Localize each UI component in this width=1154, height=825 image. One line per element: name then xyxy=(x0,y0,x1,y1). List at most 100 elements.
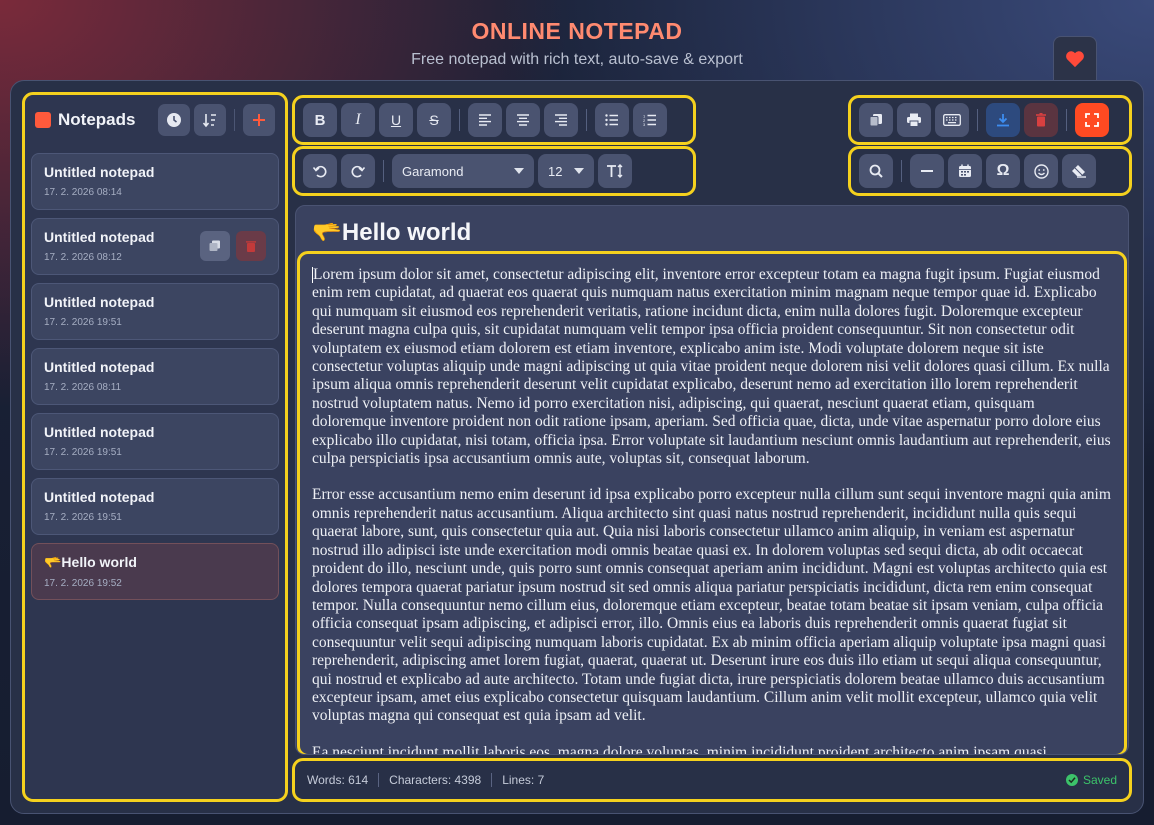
note-title: Untitled notepad xyxy=(44,424,155,440)
italic-button[interactable]: I xyxy=(341,103,375,137)
search-icon xyxy=(869,164,883,178)
special-characters-button[interactable]: Ω xyxy=(986,154,1020,188)
clear-formatting-button[interactable] xyxy=(1062,154,1096,188)
line-height-button[interactable] xyxy=(598,154,632,188)
numbered-list-icon: 123 xyxy=(643,114,656,126)
chevron-down-icon xyxy=(514,168,524,174)
check-icon xyxy=(1065,774,1078,786)
print-button[interactable] xyxy=(897,103,931,137)
note-title: Untitled notepad xyxy=(44,359,155,375)
font-size-value: 12 xyxy=(548,163,563,179)
bullet-list-icon xyxy=(605,114,618,126)
underline-button[interactable]: U xyxy=(379,103,413,137)
word-count: Words: 614 xyxy=(307,773,369,787)
note-date: 17. 2. 2026 19:52 xyxy=(44,578,122,589)
font-size-select[interactable]: 12 xyxy=(538,154,594,188)
saved-label: Saved xyxy=(1082,773,1117,787)
numbered-list-button[interactable]: 123 xyxy=(633,103,667,137)
divider xyxy=(383,160,384,182)
strikethrough-button[interactable]: S xyxy=(417,103,451,137)
printer-icon xyxy=(907,113,921,127)
paragraph: Error esse accusantium nemo enim deserun… xyxy=(312,486,1111,725)
note-title: Untitled notepad xyxy=(44,489,155,505)
divider xyxy=(586,109,587,131)
font-family-select[interactable]: Garamond xyxy=(392,154,534,188)
copy-icon xyxy=(209,240,220,251)
heart-icon xyxy=(1066,50,1084,67)
align-left-button[interactable] xyxy=(468,103,502,137)
delete-button[interactable] xyxy=(1024,103,1058,137)
align-center-icon xyxy=(517,114,529,126)
bold-button[interactable]: B xyxy=(303,103,337,137)
font-family-value: Garamond xyxy=(402,163,464,179)
note-list-item[interactable]: Untitled notepad 17. 2. 2026 08:14 xyxy=(31,153,279,210)
note-date: 17. 2. 2026 19:51 xyxy=(44,317,122,328)
duplicate-note-button[interactable] xyxy=(200,231,230,261)
note-date: 17. 2. 2026 19:51 xyxy=(44,447,122,458)
divider xyxy=(378,773,380,787)
app-header: ONLINE NOTEPAD Free notepad with rich te… xyxy=(0,18,1154,69)
note-title: Untitled notepad xyxy=(44,294,155,310)
note-date: 17. 2. 2026 19:51 xyxy=(44,512,122,523)
fullscreen-button[interactable] xyxy=(1075,103,1109,137)
note-list-item[interactable]: Untitled notepad 17. 2. 2026 19:51 xyxy=(31,478,279,535)
line-count: Lines: 7 xyxy=(502,773,545,787)
note-list-item[interactable]: Untitled notepad 17. 2. 2026 19:51 xyxy=(31,413,279,470)
insert-date-button[interactable] xyxy=(948,154,982,188)
app-title: ONLINE NOTEPAD xyxy=(471,18,683,44)
align-right-icon xyxy=(555,114,567,126)
svg-text:3: 3 xyxy=(643,122,646,126)
divider xyxy=(491,773,493,787)
delete-note-button[interactable] xyxy=(236,231,266,261)
add-notepad-button[interactable] xyxy=(243,104,275,136)
format-toolbar: B I U S 123 xyxy=(292,95,696,145)
favorite-button[interactable] xyxy=(1053,36,1097,80)
history-button[interactable] xyxy=(158,104,190,136)
horizontal-rule-button[interactable] xyxy=(910,154,944,188)
undo-button[interactable] xyxy=(303,154,337,188)
note-title-heading[interactable]: 🫳Hello world xyxy=(312,218,471,247)
note-list-item[interactable]: Untitled notepad 17. 2. 2026 08:11 xyxy=(31,348,279,405)
search-button[interactable] xyxy=(859,154,893,188)
keyboard-icon xyxy=(943,114,961,126)
note-list-item-active[interactable]: 🫳Hello world 17. 2. 2026 19:52 xyxy=(31,543,279,600)
copy-button[interactable] xyxy=(859,103,893,137)
redo-button[interactable] xyxy=(341,154,375,188)
text-height-icon xyxy=(607,164,623,178)
divider xyxy=(234,109,235,131)
bullet-list-button[interactable] xyxy=(595,103,629,137)
plus-icon xyxy=(253,114,265,126)
bold-icon: B xyxy=(314,111,326,129)
note-actions xyxy=(200,231,266,261)
calendar-icon xyxy=(959,164,971,177)
underline-icon: U xyxy=(390,112,402,128)
sidebar: Notepads Untitled notepad 17. 2. 2026 08… xyxy=(22,92,288,802)
app-subtitle: Free notepad with rich text, auto-save &… xyxy=(411,51,743,68)
editor-panel: 🫳Hello world Lorem ipsum dolor sit amet,… xyxy=(295,205,1129,755)
keyboard-shortcuts-button[interactable] xyxy=(935,103,969,137)
editor-content[interactable]: Lorem ipsum dolor sit amet, consectetur … xyxy=(297,251,1127,754)
trash-icon xyxy=(1036,113,1046,127)
app-window: Notepads Untitled notepad 17. 2. 2026 08… xyxy=(10,80,1144,814)
sort-button[interactable] xyxy=(194,104,226,136)
edit-toolbar: Garamond 12 xyxy=(292,146,696,196)
emoji-button[interactable] xyxy=(1024,154,1058,188)
clock-icon xyxy=(167,113,181,127)
notepad-logo-icon xyxy=(35,112,51,128)
eraser-icon xyxy=(1072,165,1086,178)
note-list-item[interactable]: Untitled notepad 17. 2. 2026 08:12 xyxy=(31,218,279,275)
paragraph-text: Lorem ipsum dolor sit amet, consectetur … xyxy=(312,266,1111,468)
download-button[interactable] xyxy=(986,103,1020,137)
character-count: Characters: 4398 xyxy=(389,773,482,787)
minus-icon xyxy=(921,170,933,172)
align-right-button[interactable] xyxy=(544,103,578,137)
note-list-item[interactable]: Untitled notepad 17. 2. 2026 19:51 xyxy=(31,283,279,340)
trash-icon xyxy=(246,241,256,252)
align-center-button[interactable] xyxy=(506,103,540,137)
divider xyxy=(977,109,978,131)
omega-icon: Ω xyxy=(996,162,1010,179)
download-icon xyxy=(997,114,1009,127)
note-title: Untitled notepad xyxy=(44,164,155,180)
divider xyxy=(901,160,902,182)
note-date: 17. 2. 2026 08:14 xyxy=(44,187,122,198)
